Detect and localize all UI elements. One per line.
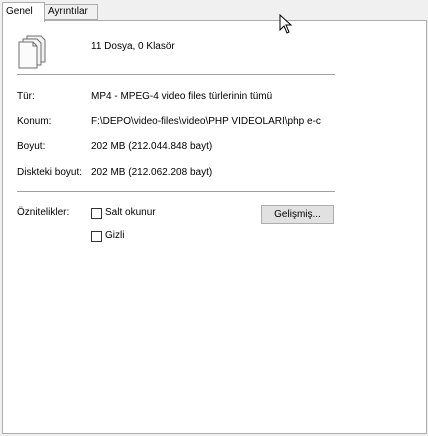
type-value: MP4 - MPEG-4 video files türlerinin tümü bbox=[91, 91, 273, 102]
general-panel: 11 Dosya, 0 Klasör Tür: MP4 - MPEG-4 vid… bbox=[2, 20, 427, 434]
tab-general[interactable]: Genel bbox=[2, 2, 45, 22]
type-label: Tür: bbox=[17, 91, 35, 102]
hidden-checkbox[interactable] bbox=[91, 231, 102, 242]
advanced-button[interactable]: Gelişmiş... bbox=[261, 205, 334, 224]
separator bbox=[17, 74, 335, 75]
separator bbox=[17, 191, 335, 192]
location-value: F:\DEPO\video-files\video\PHP VİDEOLARI\… bbox=[91, 116, 321, 127]
disk-size-value: 202 MB (212.062.208 bayt) bbox=[91, 167, 213, 178]
size-value: 202 MB (212.044.848 bayt) bbox=[91, 141, 213, 152]
size-label: Boyut: bbox=[17, 141, 46, 152]
documents-icon bbox=[17, 35, 47, 72]
readonly-label[interactable]: Salt okunur bbox=[105, 207, 156, 218]
attributes-label: Öznitelikler: bbox=[17, 207, 70, 218]
tab-strip: Genel Ayrıntılar bbox=[0, 0, 428, 22]
location-label: Konum: bbox=[17, 116, 52, 127]
selection-summary: 11 Dosya, 0 Klasör bbox=[91, 41, 175, 52]
tab-details[interactable]: Ayrıntılar bbox=[45, 4, 98, 20]
disk-size-label: Diskteki boyut: bbox=[17, 167, 83, 178]
hidden-label[interactable]: Gizli bbox=[105, 230, 124, 241]
readonly-checkbox[interactable] bbox=[91, 208, 102, 219]
mouse-cursor-icon bbox=[279, 13, 293, 37]
